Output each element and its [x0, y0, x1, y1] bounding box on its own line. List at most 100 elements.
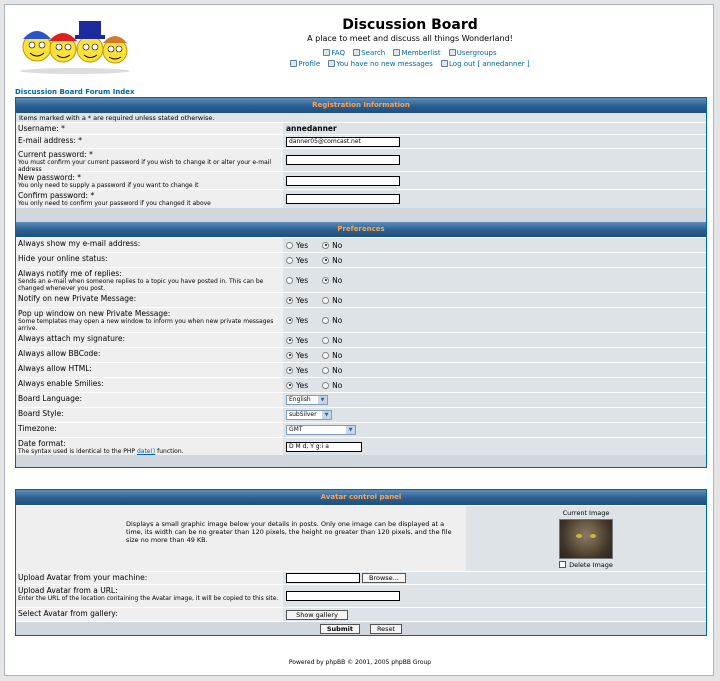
preference-yes-option[interactable]: Yes — [286, 256, 308, 265]
avatar-header: Avatar control panel — [16, 490, 706, 505]
profile-icon — [290, 60, 298, 67]
avatar-current: Current Image Delete Image — [466, 506, 706, 571]
delete-image-option[interactable]: Delete Image — [559, 561, 613, 569]
date-format-field[interactable]: D M d, Y g:i a — [286, 441, 362, 452]
form-actions: Submit Reset — [16, 621, 706, 635]
preference-no-option[interactable]: No — [322, 296, 342, 305]
preference-yes-option[interactable]: Yes — [286, 336, 308, 345]
nav-memberlist[interactable]: Memberlist — [393, 49, 441, 57]
preference-no-option[interactable]: No — [322, 366, 342, 375]
nav-messages[interactable]: You have no new messages — [328, 60, 433, 68]
preference-no-option[interactable]: No — [322, 241, 342, 250]
timezone-select[interactable]: GMT ▼ — [286, 425, 356, 435]
preference-yes-option[interactable]: Yes — [286, 241, 308, 250]
site-description: A place to meet and discuss all things W… — [307, 34, 513, 43]
yes-radio[interactable] — [286, 256, 293, 264]
no-radio[interactable] — [322, 366, 330, 374]
language-select[interactable]: English ▼ — [286, 395, 328, 405]
yes-radio[interactable] — [286, 276, 293, 284]
yes-radio[interactable] — [286, 241, 293, 249]
confirm-password-label: Confirm password: * — [18, 191, 95, 200]
confirm-password-field[interactable] — [286, 194, 400, 204]
no-radio[interactable] — [322, 316, 330, 324]
preference-yes-option[interactable]: Yes — [286, 296, 308, 305]
current-password-row: Current password: * You must confirm your… — [16, 148, 706, 173]
yes-radio[interactable] — [286, 316, 293, 324]
username-value: annedanner — [286, 124, 337, 133]
profile-form: Registration Information Items marked wi… — [15, 97, 707, 468]
preference-no-option[interactable]: No — [322, 276, 342, 285]
username-label: Username: * — [16, 123, 283, 134]
current-avatar-image — [559, 519, 613, 559]
nav-profile[interactable]: Profile — [290, 60, 320, 68]
upload-avatar-file-field[interactable] — [286, 573, 360, 583]
new-password-label: New password: * — [18, 173, 82, 182]
yes-radio[interactable] — [286, 351, 293, 359]
avatar-gallery-row: Select Avatar from gallery: Show gallery — [16, 607, 706, 621]
new-password-row: New password: * You only need to supply a… — [16, 171, 706, 189]
preference-yes-option[interactable]: Yes — [286, 366, 308, 375]
no-radio[interactable] — [322, 336, 330, 344]
show-gallery-button[interactable]: Show gallery — [286, 609, 348, 620]
nav-logout[interactable]: Log out [ annedanner ] — [441, 60, 530, 68]
language-label: Board Language: — [16, 393, 283, 407]
upload-avatar-row: Upload Avatar from your machine: Browse.… — [16, 571, 706, 584]
section-spacer — [16, 455, 706, 467]
preference-yes-option[interactable]: Yes — [286, 351, 308, 360]
search-icon — [353, 49, 361, 56]
preference-row: Notify on new Private Message: Yes No — [16, 292, 706, 307]
username-row: Username: * annedanner — [16, 122, 706, 134]
avatar-url-field[interactable] — [286, 591, 400, 601]
no-radio[interactable] — [322, 276, 330, 284]
delete-image-checkbox[interactable] — [559, 561, 567, 568]
nav-search[interactable]: Search — [353, 49, 385, 57]
preference-yes-option[interactable]: Yes — [286, 381, 308, 390]
messages-icon — [328, 60, 336, 67]
preference-no-option[interactable]: No — [322, 256, 342, 265]
preference-row: Always enable Smilies: Yes No — [16, 377, 706, 392]
nav-faq[interactable]: FAQ — [323, 49, 345, 57]
preference-no-option[interactable]: No — [322, 316, 342, 325]
preference-yes-option[interactable]: Yes — [286, 276, 308, 285]
current-password-explain: You must confirm your current password i… — [18, 159, 272, 173]
memberlist-icon — [393, 49, 401, 56]
new-password-field[interactable] — [286, 175, 400, 186]
preference-no-option[interactable]: No — [322, 351, 342, 360]
date-format-row: Date format: The syntax used is identical… — [16, 437, 706, 455]
forum-logo[interactable] — [15, 15, 135, 75]
preference-explain: Sends an e-mail when someone replies to … — [18, 278, 264, 292]
preference-no-option[interactable]: No — [322, 336, 342, 345]
section-spacer — [16, 208, 706, 222]
yes-radio[interactable] — [286, 296, 293, 304]
preference-yes-option[interactable]: Yes — [286, 316, 308, 325]
usergroups-icon — [448, 49, 456, 56]
chevron-down-icon: ▼ — [322, 411, 331, 419]
email-field[interactable]: danner05@comcast.net — [286, 136, 400, 147]
no-radio[interactable] — [322, 381, 330, 389]
faq-icon — [323, 49, 331, 56]
preference-no-option[interactable]: No — [322, 381, 342, 390]
style-select[interactable]: subSilver ▼ — [286, 410, 332, 420]
upload-avatar-label: Upload Avatar from your machine: — [16, 572, 283, 584]
avatar-url-label: Upload Avatar from a URL: — [18, 586, 118, 595]
no-radio[interactable] — [322, 296, 330, 304]
php-date-link[interactable]: date() — [137, 448, 155, 455]
yes-radio[interactable] — [286, 366, 293, 374]
preference-row: Always notify me of replies: Sends an e-m… — [16, 267, 706, 292]
no-radio[interactable] — [322, 351, 330, 359]
nav-row-main: FAQ Search Memberlist Usergroups — [245, 49, 575, 57]
yes-radio[interactable] — [286, 336, 293, 344]
registration-header: Registration Information — [16, 98, 706, 113]
submit-button[interactable]: Submit — [319, 623, 360, 634]
current-password-field[interactable] — [286, 155, 400, 165]
browse-button[interactable]: Browse... — [362, 573, 406, 583]
avatar-description: Displays a small graphic image below you… — [126, 520, 452, 544]
no-radio[interactable] — [322, 241, 330, 249]
breadcrumb-forum-index[interactable]: Discussion Board Forum Index — [15, 88, 135, 96]
no-radio[interactable] — [322, 256, 330, 264]
yes-radio[interactable] — [286, 381, 293, 389]
nav-usergroups[interactable]: Usergroups — [448, 49, 497, 57]
reset-button[interactable]: Reset — [369, 623, 403, 634]
footer-copyright: Powered by phpBB © 2001, 2005 phpBB Grou… — [288, 659, 432, 666]
date-format-explain: The syntax used is identical to the PHP … — [18, 448, 184, 455]
